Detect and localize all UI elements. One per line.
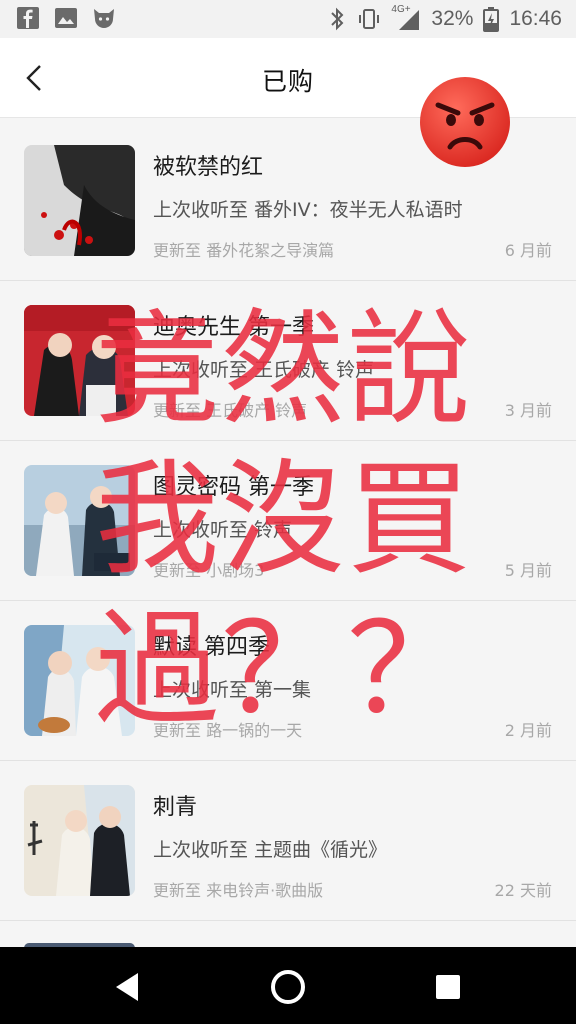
gallery-icon xyxy=(55,8,77,28)
cover-image[interactable] xyxy=(24,145,135,256)
battery-percent: 32% xyxy=(431,7,474,30)
nav-home-icon[interactable] xyxy=(266,965,310,1009)
item-time: 3 月前 xyxy=(504,401,552,420)
cover-image[interactable] xyxy=(24,785,135,896)
item-update: 更新至 小剧场3 xyxy=(153,561,265,580)
nav-recents-icon[interactable] xyxy=(426,965,470,1009)
status-bar: 4G+ 32% 16:46 xyxy=(0,0,576,38)
list-item[interactable]: 图灵密码 第一季 上次收听至 铃声 更新至 小剧场3 5 月前 xyxy=(0,441,576,601)
item-last-listened: 上次收听至 铃声 xyxy=(153,519,293,541)
item-last-listened: 上次收听至 主题曲《循光》 xyxy=(153,839,388,861)
battery-icon xyxy=(483,7,500,32)
cover-image[interactable] xyxy=(24,625,135,736)
item-update: 更新至 番外花絮之导演篇 xyxy=(153,241,335,260)
list-item[interactable]: 刺青 上次收听至 主题曲《循光》 更新至 来电铃声·歌曲版 22 天前 xyxy=(0,761,576,921)
item-last-listened: 上次收听至 番外IV：夜半无人私语时 xyxy=(153,199,463,221)
purchased-list: 被软禁的红 上次收听至 番外IV：夜半无人私语时 更新至 番外花絮之导演篇 6 … xyxy=(0,121,576,953)
item-update: 更新至 来电铃声·歌曲版 xyxy=(153,881,324,900)
cover-image[interactable] xyxy=(24,305,135,416)
nav-back-icon[interactable] xyxy=(106,965,150,1009)
item-update: 更新至 路一锅的一天 xyxy=(153,721,303,740)
item-last-listened: 上次收听至 王氏破产 铃声 xyxy=(153,359,375,381)
cat-app-icon xyxy=(94,9,114,28)
item-title: 图灵密码 第一季 xyxy=(153,475,314,500)
navigation-bar xyxy=(0,947,576,1024)
item-title: 默读 第四季 xyxy=(153,635,270,660)
item-time: 5 月前 xyxy=(504,561,552,580)
item-time: 2 月前 xyxy=(504,721,552,740)
vibrate-icon xyxy=(359,9,380,29)
item-update: 更新至 王氏破产 铃声 xyxy=(153,401,308,420)
item-time: 22 天前 xyxy=(494,881,552,900)
item-title: 被软禁的红 xyxy=(153,155,264,180)
list-item[interactable]: 默读 第四季 上次收听至 第一集 更新至 路一锅的一天 2 月前 xyxy=(0,601,576,761)
list-item[interactable]: 迪奥先生 第一季 上次收听至 王氏破产 铃声 更新至 王氏破产 铃声 3 月前 xyxy=(0,281,576,441)
facebook-icon xyxy=(17,7,39,29)
item-title: 刺青 xyxy=(153,795,198,820)
item-last-listened: 上次收听至 第一集 xyxy=(153,679,312,701)
item-time: 6 月前 xyxy=(504,241,552,260)
clock: 16:46 xyxy=(509,7,562,30)
bluetooth-icon xyxy=(331,7,344,31)
angry-face-icon xyxy=(420,77,510,167)
signal-icon: 4G+ xyxy=(391,4,421,32)
cover-image[interactable] xyxy=(24,465,135,576)
item-title: 迪奥先生 第一季 xyxy=(153,315,314,340)
